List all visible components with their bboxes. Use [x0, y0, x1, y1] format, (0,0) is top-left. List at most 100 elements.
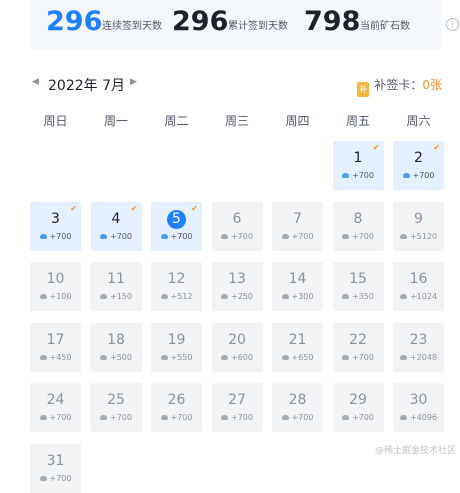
calendar-day[interactable]: 10 +100: [30, 262, 81, 311]
checkmark-icon: ✔: [433, 143, 440, 152]
day-number: 21: [272, 331, 323, 349]
reward-amount: +350: [352, 292, 374, 301]
calendar-day[interactable]: 19 +550: [151, 322, 202, 372]
calendar-day[interactable]: 6 +700: [211, 201, 263, 251]
calendar-day[interactable]: 1 +700 ✔: [332, 141, 384, 190]
calendar-day[interactable]: 13 +250: [211, 262, 263, 311]
calendar-day[interactable]: 17 +450: [30, 322, 81, 372]
day-number-text: 16: [409, 271, 428, 287]
calendar-day[interactable]: 31 +700: [30, 443, 81, 493]
day-number-text: 17: [46, 331, 65, 348]
ore-icon: [39, 475, 47, 481]
day-reward: +100: [30, 292, 81, 301]
day-number-text: 22: [349, 331, 367, 348]
calendar-day[interactable]: 11 +150: [90, 262, 142, 311]
calendar-day[interactable]: 7 +700: [272, 201, 323, 251]
calendar-day[interactable]: 12 +512: [151, 262, 202, 311]
calendar-day[interactable]: 23 +2048: [393, 322, 444, 372]
day-reward: +700: [151, 413, 202, 422]
weekday-label: 周日: [43, 114, 68, 128]
ore-icon: [39, 354, 47, 360]
calendar-day[interactable]: 4 +700 ✔: [90, 201, 142, 251]
calendar-day[interactable]: 25 +700: [90, 383, 142, 432]
weekday-label: 周二: [164, 114, 189, 128]
calendar-day[interactable]: 5 +700 ✔: [151, 201, 202, 251]
info-icon[interactable]: i: [446, 18, 459, 31]
day-number: 6: [212, 210, 263, 228]
day-reward: +150: [91, 292, 142, 301]
consecutive-days-value: 296: [46, 6, 103, 37]
day-number: 25: [91, 391, 142, 409]
weekday-label: 周一: [103, 114, 128, 128]
day-reward: +700: [91, 413, 142, 422]
day-number-text: 8: [353, 210, 363, 227]
ore-icon: [221, 233, 228, 239]
day-number-text: 7: [293, 210, 302, 227]
calendar-day[interactable]: 9 +5120: [393, 201, 444, 251]
reward-amount: +700: [352, 231, 374, 241]
calendar-day[interactable]: 14 +300: [272, 262, 323, 311]
reward-amount: +700: [231, 413, 253, 422]
weekday-label: 周三: [224, 114, 249, 128]
reward-amount: +700: [231, 231, 253, 241]
day-number: 17: [30, 331, 81, 349]
calendar-day[interactable]: 3 +700 ✔: [30, 201, 81, 251]
calendar-day[interactable]: 26 +700: [151, 383, 202, 432]
day-number-text: 24: [46, 392, 65, 408]
calendar-day[interactable]: 16 +1024: [393, 262, 444, 311]
calendar-day[interactable]: 24 +700: [30, 383, 81, 432]
calendar-day[interactable]: 18 +500: [90, 322, 142, 372]
reward-amount: +700: [170, 231, 193, 241]
reward-amount: +700: [170, 413, 193, 422]
ore-count-value: 798: [304, 6, 361, 37]
day-number-text: 27: [228, 392, 246, 408]
ore-icon: [399, 415, 407, 420]
ore-icon: [342, 354, 349, 360]
day-number: 12: [151, 270, 202, 288]
calendar-day[interactable]: 2 +700 ✔: [393, 141, 444, 190]
calendar-day[interactable]: 22 +700: [332, 322, 384, 372]
day-number: 23: [393, 331, 444, 349]
day-number-text: 10: [46, 271, 65, 287]
day-reward: +500: [91, 353, 142, 362]
day-number: 24: [30, 391, 81, 409]
day-reward: +512: [151, 292, 202, 301]
total-days-value: 296: [172, 6, 229, 37]
day-reward: +300: [272, 292, 323, 301]
reward-amount: +700: [352, 171, 374, 180]
day-reward: +5120: [393, 232, 444, 241]
calendar-day[interactable]: 28 +700: [272, 383, 323, 432]
ore-icon: [342, 294, 349, 299]
ore-icon: [342, 415, 349, 420]
calendar-day[interactable]: 27 +700: [211, 383, 263, 432]
next-month-icon[interactable]: ▶: [130, 77, 137, 87]
calendar-day[interactable]: 30 +4096: [393, 383, 444, 432]
day-number-text: 9: [414, 210, 423, 227]
day-reward: +1024: [393, 292, 444, 301]
day-reward: +250: [212, 292, 263, 301]
day-number-text: 11: [107, 271, 125, 287]
weekday-label: 周五: [345, 114, 370, 128]
consecutive-days-label: 连续签到天数: [102, 21, 162, 32]
calendar-day[interactable]: 15 +350: [332, 262, 384, 311]
day-reward: +700: [272, 232, 323, 241]
ore-icon: [100, 354, 107, 360]
day-number-text: 18: [107, 331, 125, 348]
day-reward: +700: [333, 232, 384, 241]
calendar-day[interactable]: 8 +700: [332, 201, 384, 251]
makeup-card-indicator[interactable]: 补补签卡：0张: [357, 76, 442, 97]
day-number-text: 4: [111, 210, 121, 227]
day-number-text: 15: [349, 271, 367, 287]
month-navigation: ◀ 2022年 7月 ▶ 补补签卡：0张: [30, 72, 442, 100]
calendar-day[interactable]: 21 +650: [272, 322, 323, 372]
day-reward: +350: [333, 292, 384, 301]
day-number-text: 25: [107, 392, 125, 408]
calendar-day[interactable]: 29 +700: [332, 383, 384, 432]
day-number: 22: [333, 331, 384, 349]
reward-amount: +700: [110, 413, 132, 422]
ore-icon: [160, 294, 168, 299]
prev-month-icon[interactable]: ◀: [32, 77, 39, 87]
day-number-text: 31: [46, 452, 65, 469]
calendar-day[interactable]: 20 +600: [211, 322, 263, 372]
day-number: 9: [393, 210, 444, 228]
